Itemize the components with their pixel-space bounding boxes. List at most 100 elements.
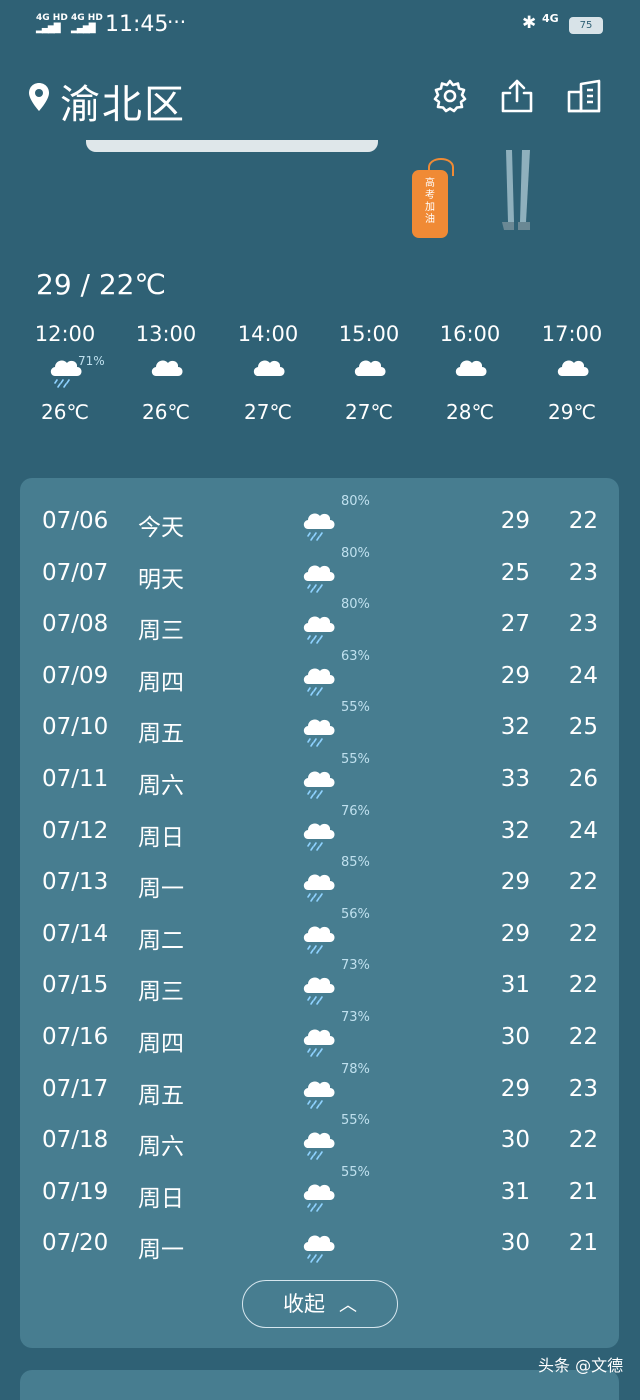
cloud-icon (455, 360, 487, 376)
day-date: 07/14 (42, 920, 109, 947)
day-date: 07/16 (42, 1024, 109, 1050)
day-date: 07/13 (42, 869, 109, 896)
day-date: 07/19 (42, 1178, 109, 1205)
day-high: 29 (500, 1075, 530, 1102)
day-precip-prob: 55% (341, 1164, 370, 1180)
day-low: 25 (568, 714, 598, 741)
day-low: 24 (568, 662, 598, 689)
rain-icon (303, 874, 335, 902)
more-notifications-icon: ··· (167, 10, 187, 34)
daily-row[interactable]: 07/18 周六 55% 30 22 (20, 1113, 619, 1179)
rain-icon (303, 1081, 335, 1109)
signal-1-label: 4G HD (36, 13, 68, 23)
day-high: 29 (500, 508, 530, 534)
city-list-icon[interactable] (566, 78, 602, 114)
figure-illustration (502, 150, 530, 230)
day-weekday: 周四 (138, 669, 184, 696)
day-precip-prob: 63% (341, 648, 370, 664)
network-type: 4G (542, 12, 559, 25)
rain-icon-wrap (300, 1177, 338, 1213)
day-date: 07/07 (42, 559, 109, 586)
daily-row[interactable]: 07/07 明天 80% 25 23 (20, 546, 619, 612)
cloud-icon (557, 360, 589, 376)
hour-temp: 28℃ (446, 400, 494, 424)
daily-row[interactable]: 07/15 周三 73% 31 22 (20, 958, 619, 1024)
daily-row[interactable]: 07/17 周五 78% 29 23 (20, 1062, 619, 1128)
rain-icon (303, 771, 335, 799)
daily-row[interactable]: 07/19 周日 55% 31 21 (20, 1165, 619, 1231)
today-temp-range: 29 / 22℃ (36, 268, 166, 301)
exam-tag: 高考加油 (412, 170, 448, 238)
hour-item: 17:00 29℃ (527, 322, 617, 424)
daily-row[interactable]: 07/13 周一 85% 29 22 (20, 855, 619, 921)
status-time: 11:45 (105, 12, 169, 37)
hour-item: 12:00 71% 26℃ (20, 322, 110, 424)
daily-forecast-card: 07/06 今天 80% 29 22 07/07 明天 80% 25 23 07… (20, 478, 619, 1348)
rain-icon-wrap (300, 867, 338, 903)
day-weekday: 周三 (138, 979, 184, 1006)
hour-temp: 27℃ (345, 400, 393, 424)
hour-icon-wrap: 71% (20, 354, 110, 394)
day-high: 30 (500, 1127, 530, 1154)
day-high: 29 (500, 662, 530, 689)
daily-row[interactable]: 07/10 周五 55% 32 25 (20, 700, 619, 766)
daily-row[interactable]: 07/14 周二 56% 29 22 (20, 907, 619, 973)
daily-row[interactable]: 07/08 周三 80% 27 23 (20, 597, 619, 663)
collapse-button[interactable]: 收起 ︿ (242, 1280, 398, 1328)
day-precip-prob: 80% (341, 597, 370, 613)
daily-row[interactable]: 07/11 周六 55% 33 26 (20, 752, 619, 818)
daily-row[interactable]: 07/09 周四 63% 29 24 (20, 649, 619, 715)
share-icon[interactable] (499, 78, 535, 114)
cloud-icon (253, 360, 285, 376)
day-high: 31 (500, 1178, 530, 1205)
rain-icon-wrap (300, 1125, 338, 1161)
gear-icon[interactable] (432, 78, 468, 114)
day-precip-prob: 85% (341, 855, 370, 871)
day-low: 22 (568, 869, 598, 896)
daily-row[interactable]: 07/12 周日 76% 32 24 (20, 804, 619, 870)
day-date: 07/18 (42, 1127, 109, 1154)
day-low: 23 (568, 559, 598, 586)
hour-time: 12:00 (34, 322, 96, 346)
day-low: 23 (568, 1075, 598, 1102)
daily-row[interactable]: 07/16 周四 73% 30 22 (20, 1010, 619, 1076)
hour-icon-wrap (223, 354, 313, 394)
day-low: 26 (568, 766, 598, 792)
cloud-icon (354, 360, 386, 376)
day-low: 22 (568, 920, 598, 947)
hour-item: 13:00 26℃ (121, 322, 211, 424)
daily-row[interactable]: 07/20 周一 30 21 (20, 1230, 619, 1282)
day-date: 07/11 (42, 766, 109, 792)
hour-temp: 27℃ (244, 400, 292, 424)
rain-icon (303, 565, 335, 593)
status-bar: 4G HD ▂▄▆█ 4G HD ▂▄▆█ 11:45 ··· ✱ 4G 75 (0, 0, 640, 50)
day-weekday: 明天 (138, 566, 184, 593)
day-weekday: 周三 (138, 618, 184, 645)
hour-time: 13:00 (135, 322, 197, 346)
day-date: 07/09 (42, 662, 109, 689)
day-high: 27 (500, 611, 530, 638)
day-precip-prob: 56% (341, 906, 370, 922)
day-precip-prob: 73% (341, 958, 370, 974)
day-low: 21 (568, 1178, 598, 1205)
day-date: 07/15 (42, 972, 109, 999)
signal-indicator-2: 4G HD ▂▄▆█ (71, 14, 103, 34)
rain-icon (303, 977, 335, 1006)
city-name[interactable]: 渝北区 (60, 72, 186, 130)
day-low: 24 (568, 817, 598, 844)
day-low: 22 (568, 508, 598, 534)
day-precip-prob: 73% (341, 1010, 370, 1025)
rain-icon-wrap (300, 816, 338, 852)
day-precip-prob: 80% (341, 545, 370, 561)
rain-icon (303, 668, 335, 696)
hour-icon-wrap (425, 354, 515, 394)
location-pin-icon (29, 83, 49, 111)
day-date: 07/12 (42, 817, 109, 844)
watermark: 头条 @文德 (538, 1356, 624, 1375)
daily-row[interactable]: 07/06 今天 80% 29 22 (20, 494, 619, 560)
rain-icon-wrap (300, 764, 338, 800)
day-date: 07/10 (42, 714, 109, 741)
day-precip-prob: 55% (341, 1113, 370, 1129)
day-high: 25 (500, 559, 530, 586)
rain-icon (303, 1184, 335, 1212)
